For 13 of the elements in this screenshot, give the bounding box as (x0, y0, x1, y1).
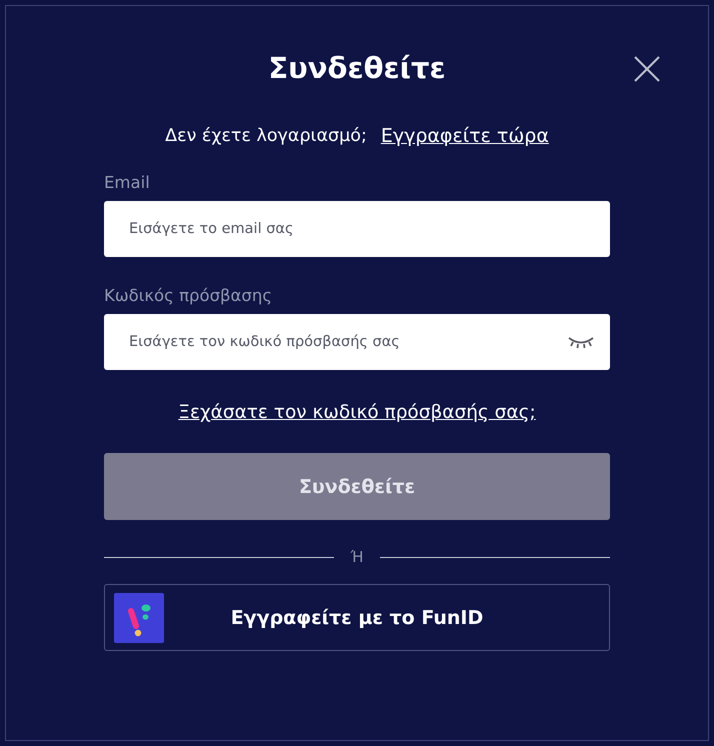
funid-button[interactable]: Εγγραφείτε με το FunID (104, 584, 610, 651)
divider-text: Ή (350, 548, 364, 566)
field-label: Email (104, 172, 150, 194)
email-field[interactable]: Εισάγετε το email σας (104, 201, 610, 257)
field-label: Κωδικός πρόσβασης (104, 285, 272, 307)
signup-prompt: Δεν έχετε λογαριασμό; (165, 125, 367, 148)
password-field[interactable]: Εισάγετε τον κωδικό πρόσβασής σας (104, 314, 610, 370)
signup-link[interactable]: Εγγραφείτε τώρα (380, 124, 549, 148)
dialog-title: Συνδεθείτε (268, 50, 446, 86)
funid-logo-icon (114, 592, 164, 642)
eye-closed-icon[interactable] (568, 337, 594, 349)
forgot-password-link[interactable]: Ξεχάσατε τον κωδικό πρόσβασής σας; (178, 400, 536, 426)
close-icon[interactable] (633, 55, 661, 83)
